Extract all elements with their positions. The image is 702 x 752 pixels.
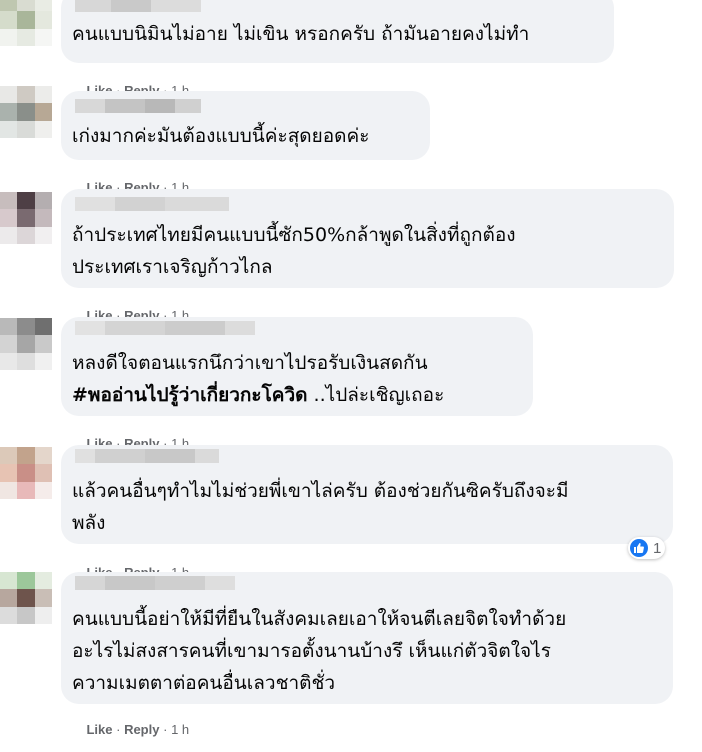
commenter-name-redacted[interactable] [75,0,201,12]
comment-text: เก่งมากค่ะมันต้องแบบนี้ค่ะสุดยอดค่ะ [72,125,370,147]
commenter-name-redacted[interactable] [75,99,201,113]
timestamp[interactable]: 1 h [171,722,189,737]
comment-text: คนแบบนิมินไม่อาย ไม่เขิน หรอกครับ ถ้ามัน… [72,23,530,45]
comment-bubble: คนแบบนี้อย่าให้มีที่ยืนในสังคมเลยเอาให้จ… [61,572,673,704]
comment-text-suffix: ..ไปล่ะเชิญเถอะ [307,384,445,406]
comment-text: คนแบบนี้อย่าให้มีที่ยืนในสังคมเลยเอาให้จ… [72,608,567,630]
comment-text: อะไรไม่สงสารคนที่เขามารอตั้งนานบ้างรึ เห… [72,640,551,662]
comment-text: ประเทศเราเจริญก้าวไกล [72,256,273,278]
avatar[interactable] [0,192,52,244]
comment-text: พลัง [72,512,106,534]
reaction-count: 1 [653,539,662,557]
comment-bubble: ถ้าประเทศไทยมีคนแบบนี้ซัก50%กล้าพูดในสิ่… [61,189,674,288]
commenter-name-redacted[interactable] [75,197,229,211]
thumbs-up-icon [630,539,648,557]
comment-bubble: หลงดีใจตอนแรกนึกว่าเขาไปรอรับเงินสดกัน #… [61,317,533,416]
avatar[interactable] [0,86,52,138]
comment-bubble: คนแบบนิมินไม่อาย ไม่เขิน หรอกครับ ถ้ามัน… [61,0,614,63]
avatar[interactable] [0,0,52,46]
separator: · [116,722,121,737]
comment-text: #พออ่านไปรู้ว่าเกี่ยวกะโควิด ..ไปล่ะเชิญ… [72,379,444,411]
comment-text: แล้วคนอื่นๆทำไมไม่ช่วยพี่เขาไล่ครับ ต้อง… [72,480,569,502]
comment-text: ถ้าประเทศไทยมีคนแบบนี้ซัก50%กล้าพูดในสิ่… [72,224,516,246]
comment-bubble: แล้วคนอื่นๆทำไมไม่ช่วยพี่เขาไล่ครับ ต้อง… [61,445,673,544]
like-link[interactable]: Like [86,722,112,737]
reply-link[interactable]: Reply [124,722,159,737]
comment-text: หลงดีใจตอนแรกนึกว่าเขาไปรอรับเงินสดกัน [72,352,428,374]
separator: · [163,722,168,737]
commenter-name-redacted[interactable] [75,576,235,590]
hashtag-link[interactable]: #พออ่านไปรู้ว่าเกี่ยวกะโควิด [72,384,308,406]
comment-text: ความเมตตาต่อคนอื่นเลวชาติชั่ว [72,672,336,694]
reaction-summary[interactable]: 1 [628,537,666,559]
comment-bubble: เก่งมากค่ะมันต้องแบบนี้ค่ะสุดยอดค่ะ [61,91,430,160]
comment-actions: Like · Reply · 1 h [72,707,189,752]
commenter-name-redacted[interactable] [75,449,219,463]
avatar[interactable] [0,447,52,499]
avatar[interactable] [0,318,52,370]
avatar[interactable] [0,572,52,624]
commenter-name-redacted[interactable] [75,321,255,335]
